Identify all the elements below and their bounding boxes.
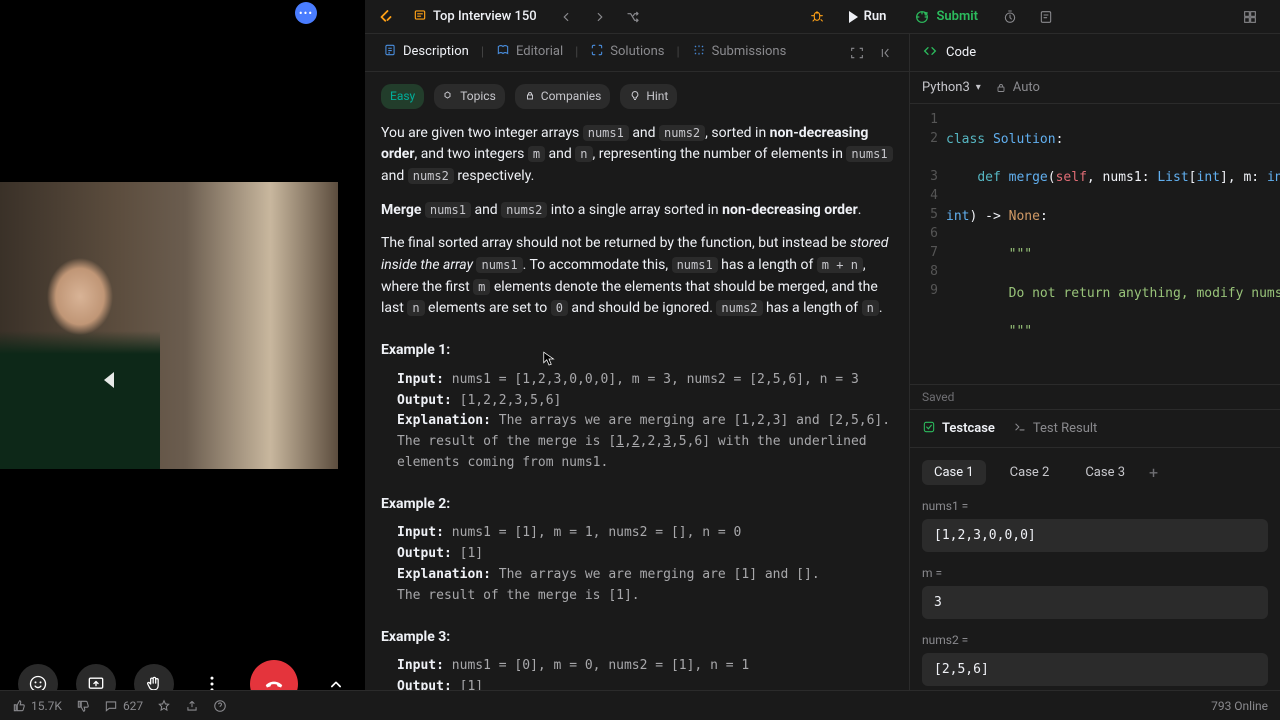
difficulty-chip: Easy [381, 84, 424, 109]
editorial-icon [496, 43, 510, 61]
case-selector: Case 1 Case 2 Case 3 + [922, 460, 1268, 485]
code-toolbar: Python3▾ Auto [910, 72, 1280, 104]
example-2-title: Example 2: [381, 494, 893, 516]
testcase-body: Case 1 Case 2 Case 3 + nums1 = [1,2,3,0,… [910, 448, 1280, 690]
problem-list-chip[interactable]: Top Interview 150 [405, 4, 545, 30]
language-select[interactable]: Python3▾ [922, 80, 981, 95]
hint-chip[interactable]: Hint [620, 84, 677, 109]
case-1[interactable]: Case 1 [922, 460, 986, 485]
example-1-title: Example 1: [381, 340, 893, 362]
prev-problem-button[interactable] [553, 4, 579, 30]
description-panel: Description | Editorial | Solutions | Su… [365, 34, 910, 720]
tab-test-result[interactable]: Test Result [1013, 420, 1097, 438]
field-nums1-label: nums1 = [922, 499, 1268, 513]
example-3-title: Example 3: [381, 627, 893, 649]
reaction-bar: 15.7K 627 793 Online [365, 690, 910, 720]
code-icon [922, 43, 938, 63]
case-2[interactable]: Case 2 [998, 460, 1062, 485]
play-icon [849, 11, 858, 23]
field-nums2-value[interactable]: [2,5,6] [922, 653, 1268, 686]
timer-button[interactable] [996, 3, 1024, 31]
more-people-indicator[interactable] [295, 2, 317, 24]
problem-p3: The final sorted array should not be ret… [381, 233, 893, 320]
topics-chip[interactable]: Topics [434, 84, 505, 109]
companies-chip[interactable]: Companies [515, 84, 611, 109]
layout-button[interactable] [1236, 3, 1264, 31]
case-3[interactable]: Case 3 [1073, 460, 1137, 485]
problem-list-title: Top Interview 150 [433, 9, 537, 24]
tab-testcase[interactable]: Testcase [922, 420, 995, 438]
next-problem-button[interactable] [587, 4, 613, 30]
tab-submissions[interactable]: Submissions [682, 37, 797, 69]
check-icon [922, 420, 936, 438]
field-m-label: m = [922, 566, 1268, 580]
video-call-panel [0, 0, 365, 720]
fullscreen-button[interactable] [843, 39, 871, 67]
description-icon [383, 43, 397, 61]
example-1-block: Input: nums1 = [1,2,3,0,0,0], m = 3, num… [381, 370, 893, 474]
notes-button[interactable] [1032, 3, 1060, 31]
chevron-left-icon[interactable] [104, 372, 114, 388]
code-panel: Code Python3▾ Auto 123456789 class Solut… [910, 34, 1280, 720]
workspace-split: Description | Editorial | Solutions | Su… [365, 34, 1280, 720]
tab-description[interactable]: Description [373, 37, 479, 69]
field-m-value[interactable]: 3 [922, 586, 1268, 619]
run-button[interactable]: Run [839, 5, 897, 28]
code-editor[interactable]: 123456789 class Solution: def merge(self… [910, 104, 1280, 384]
debug-button[interactable] [803, 3, 831, 31]
solutions-icon [590, 43, 604, 61]
participant-video [0, 182, 338, 469]
description-tabs: Description | Editorial | Solutions | Su… [365, 34, 909, 72]
save-status: Saved [910, 384, 1280, 410]
problem-p2: Merge nums1 and nums2 into a single arra… [381, 200, 893, 222]
shuffle-button[interactable] [621, 4, 647, 30]
testcase-tabs: Testcase Test Result [910, 410, 1280, 448]
field-nums1-value[interactable]: [1,2,3,0,0,0] [922, 519, 1268, 552]
tab-solutions[interactable]: Solutions [580, 37, 674, 69]
tab-editorial[interactable]: Editorial [486, 37, 573, 69]
code-header: Code [910, 34, 1280, 72]
problem-p1: You are given two integer arrays nums1 a… [381, 123, 893, 188]
top-toolbar: Top Interview 150 Run Submit [365, 0, 1280, 34]
add-case-button[interactable]: + [1149, 463, 1158, 482]
tag-chips: Easy Topics Companies Hint [381, 84, 893, 109]
example-2-block: Input: nums1 = [1], m = 1, nums2 = [], n… [381, 523, 893, 606]
collapse-panel-button[interactable] [873, 39, 901, 67]
terminal-icon [1013, 420, 1027, 438]
submissions-icon [692, 43, 706, 61]
submit-button[interactable]: Submit [904, 5, 988, 29]
list-icon [413, 8, 427, 26]
description-scroll[interactable]: Easy Topics Companies Hint You are given… [365, 72, 909, 720]
auto-toggle[interactable]: Auto [995, 80, 1040, 95]
testcase-panel: Testcase Test Result Case 1 Case 2 Case … [910, 410, 1280, 690]
field-nums2-label: nums2 = [922, 633, 1268, 647]
leetcode-logo-icon[interactable] [375, 6, 397, 28]
line-gutter: 123456789 [910, 104, 946, 384]
leetcode-app: Top Interview 150 Run Submit [365, 0, 1280, 720]
